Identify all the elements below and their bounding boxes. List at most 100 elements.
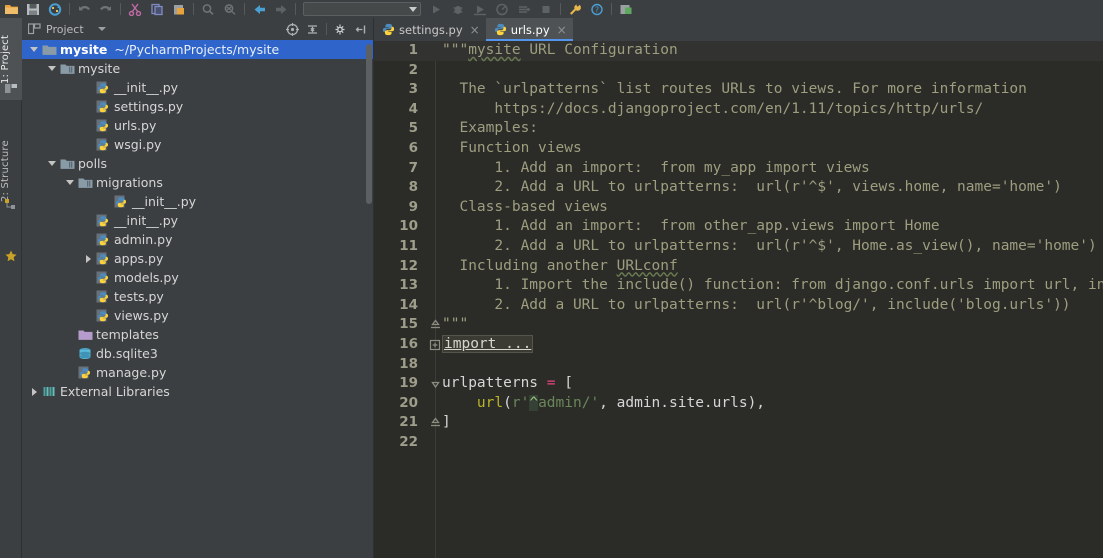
tree-item-migrations[interactable]: migrations xyxy=(22,173,373,192)
code-line[interactable]: 2 xyxy=(374,61,1103,81)
tree-item-external-libraries[interactable]: External Libraries xyxy=(22,382,373,401)
debug-icon[interactable] xyxy=(447,0,469,18)
close-icon[interactable]: × xyxy=(557,24,567,36)
settings-icon[interactable] xyxy=(564,0,586,18)
hide-panel-icon[interactable] xyxy=(352,21,369,37)
line-number: 13 xyxy=(399,277,418,294)
code-line[interactable]: 5 Examples: xyxy=(374,119,1103,139)
scrollbar-thumb[interactable] xyxy=(366,44,372,204)
module-icon xyxy=(58,156,76,172)
tree-item-tests-py[interactable]: tests.py xyxy=(22,287,373,306)
line-number: 9 xyxy=(408,198,418,215)
code-line[interactable]: 18 xyxy=(374,355,1103,375)
code-line[interactable]: 3 The `urlpatterns` list routes URLs to … xyxy=(374,80,1103,100)
undo-icon[interactable] xyxy=(73,0,95,18)
profile-icon[interactable] xyxy=(491,0,513,18)
run-configuration-selector[interactable] xyxy=(303,2,421,16)
code-line[interactable]: 21] xyxy=(374,413,1103,433)
expand-arrow-down-icon[interactable] xyxy=(46,59,58,78)
help-icon[interactable]: ? xyxy=(586,0,608,18)
project-panel-title: Project xyxy=(46,22,84,36)
tree-item-db-sqlite3[interactable]: db.sqlite3 xyxy=(22,344,373,363)
code-line[interactable]: 8 2. Add a URL to urlpatterns: url(r'^$'… xyxy=(374,178,1103,198)
expand-arrow-down-icon[interactable] xyxy=(28,40,40,59)
tab-settings-py[interactable]: settings.py × xyxy=(374,18,486,41)
tree-item-wsgi-py[interactable]: wsgi.py xyxy=(22,135,373,154)
tree-item-models-py[interactable]: models.py xyxy=(22,268,373,287)
fold-start-icon[interactable] xyxy=(429,377,442,390)
code-line[interactable]: 11 2. Add a URL to urlpatterns: url(r'^$… xyxy=(374,237,1103,257)
cut-icon[interactable] xyxy=(124,0,146,18)
replace-icon[interactable] xyxy=(219,0,241,18)
tree-item-views-py[interactable]: views.py xyxy=(22,306,373,325)
toolbar-file-group xyxy=(0,0,66,18)
python-icon xyxy=(76,365,94,381)
expand-arrow-down-icon[interactable] xyxy=(64,173,76,192)
tree-item-mysite[interactable]: mysite ~/PycharmProjects/mysite xyxy=(22,40,373,59)
open-folder-icon[interactable] xyxy=(0,0,22,18)
tree-item-mysite[interactable]: mysite xyxy=(22,59,373,78)
fold-end-icon[interactable] xyxy=(429,318,442,331)
tree-item-templates[interactable]: templates xyxy=(22,325,373,344)
terminal-icon[interactable] xyxy=(615,0,637,18)
stop-icon[interactable] xyxy=(535,0,557,18)
tree-item-polls[interactable]: polls xyxy=(22,154,373,173)
tree-item-manage-py[interactable]: manage.py xyxy=(22,363,373,382)
collapse-all-icon[interactable] xyxy=(304,21,321,37)
code-line[interactable]: 13 1. Import the include() function: fro… xyxy=(374,276,1103,296)
tree-item--init-py[interactable]: __init__.py xyxy=(22,211,373,230)
tree-item-apps-py[interactable]: apps.py xyxy=(22,249,373,268)
library-icon xyxy=(40,384,58,400)
back-arrow-icon[interactable] xyxy=(248,0,270,18)
expand-arrow-right-icon[interactable] xyxy=(82,249,94,268)
settings-gear-icon[interactable] xyxy=(332,21,349,37)
find-icon[interactable] xyxy=(197,0,219,18)
run-icon[interactable] xyxy=(425,0,447,18)
line-number: 2 xyxy=(408,61,418,78)
tree-item-urls-py[interactable]: urls.py xyxy=(22,116,373,135)
code-line[interactable]: 16 import ... xyxy=(374,334,1103,355)
copy-icon[interactable] xyxy=(146,0,168,18)
code-line[interactable]: 22 xyxy=(374,433,1103,453)
code-line[interactable]: 15 """ xyxy=(374,315,1103,335)
chevron-down-icon[interactable] xyxy=(97,27,106,31)
project-file-tree[interactable]: mysite ~/PycharmProjects/mysite mysite __in… xyxy=(22,40,373,558)
tree-item-admin-py[interactable]: admin.py xyxy=(22,230,373,249)
project-tree-scrollbar[interactable] xyxy=(364,40,373,558)
tree-item-settings-py[interactable]: settings.py xyxy=(22,97,373,116)
code-line[interactable]: 20 url(r'^admin/', admin.site.urls), xyxy=(374,394,1103,414)
code-line[interactable]: 1 """mysite URL Configuration xyxy=(374,41,1103,61)
line-number: 22 xyxy=(399,433,418,450)
expand-arrow-down-icon[interactable] xyxy=(46,154,58,173)
attach-icon[interactable] xyxy=(513,0,535,18)
close-icon[interactable]: × xyxy=(470,24,480,36)
code-line[interactable]: 9 Class-based views xyxy=(374,198,1103,218)
redo-icon[interactable] xyxy=(95,0,117,18)
sync-icon[interactable] xyxy=(44,0,66,18)
toolbar-divider-2 xyxy=(120,3,121,15)
code-line[interactable]: 19 urlpatterns = [ xyxy=(374,374,1103,394)
code-line[interactable]: 10 1. Add an import: from other_app.view… xyxy=(374,217,1103,237)
tab-urls-py[interactable]: urls.py × xyxy=(485,18,573,41)
python-icon xyxy=(494,23,507,36)
code-line[interactable]: 12 Including another URLconf xyxy=(374,257,1103,277)
line-number: 12 xyxy=(399,257,418,274)
code-editor[interactable]: 1 """mysite URL Configuration 2 3 The `urlp… xyxy=(374,41,1103,558)
line-number: 3 xyxy=(408,81,418,98)
code-line[interactable]: 14 2. Add a URL to urlpatterns: url(r'^b… xyxy=(374,296,1103,316)
forward-arrow-icon[interactable] xyxy=(270,0,292,18)
favorites-icon[interactable] xyxy=(4,248,18,262)
structure-icon xyxy=(4,196,18,210)
save-all-icon[interactable] xyxy=(22,0,44,18)
paste-icon[interactable] xyxy=(168,0,190,18)
code-line[interactable]: 7 1. Add an import: from my_app import v… xyxy=(374,159,1103,179)
tree-item--init-py[interactable]: __init__.py xyxy=(22,78,373,97)
fold-end-icon[interactable] xyxy=(429,416,442,429)
expand-arrow-right-icon[interactable] xyxy=(28,382,40,401)
fold-collapsed-icon[interactable] xyxy=(429,338,442,351)
code-line[interactable]: 4 https://docs.djangoproject.com/en/1.11… xyxy=(374,100,1103,120)
scroll-from-source-icon[interactable] xyxy=(284,21,301,37)
run-with-coverage-icon[interactable] xyxy=(469,0,491,18)
code-line[interactable]: 6 Function views xyxy=(374,139,1103,159)
tree-item--init-py[interactable]: __init__.py xyxy=(22,192,373,211)
